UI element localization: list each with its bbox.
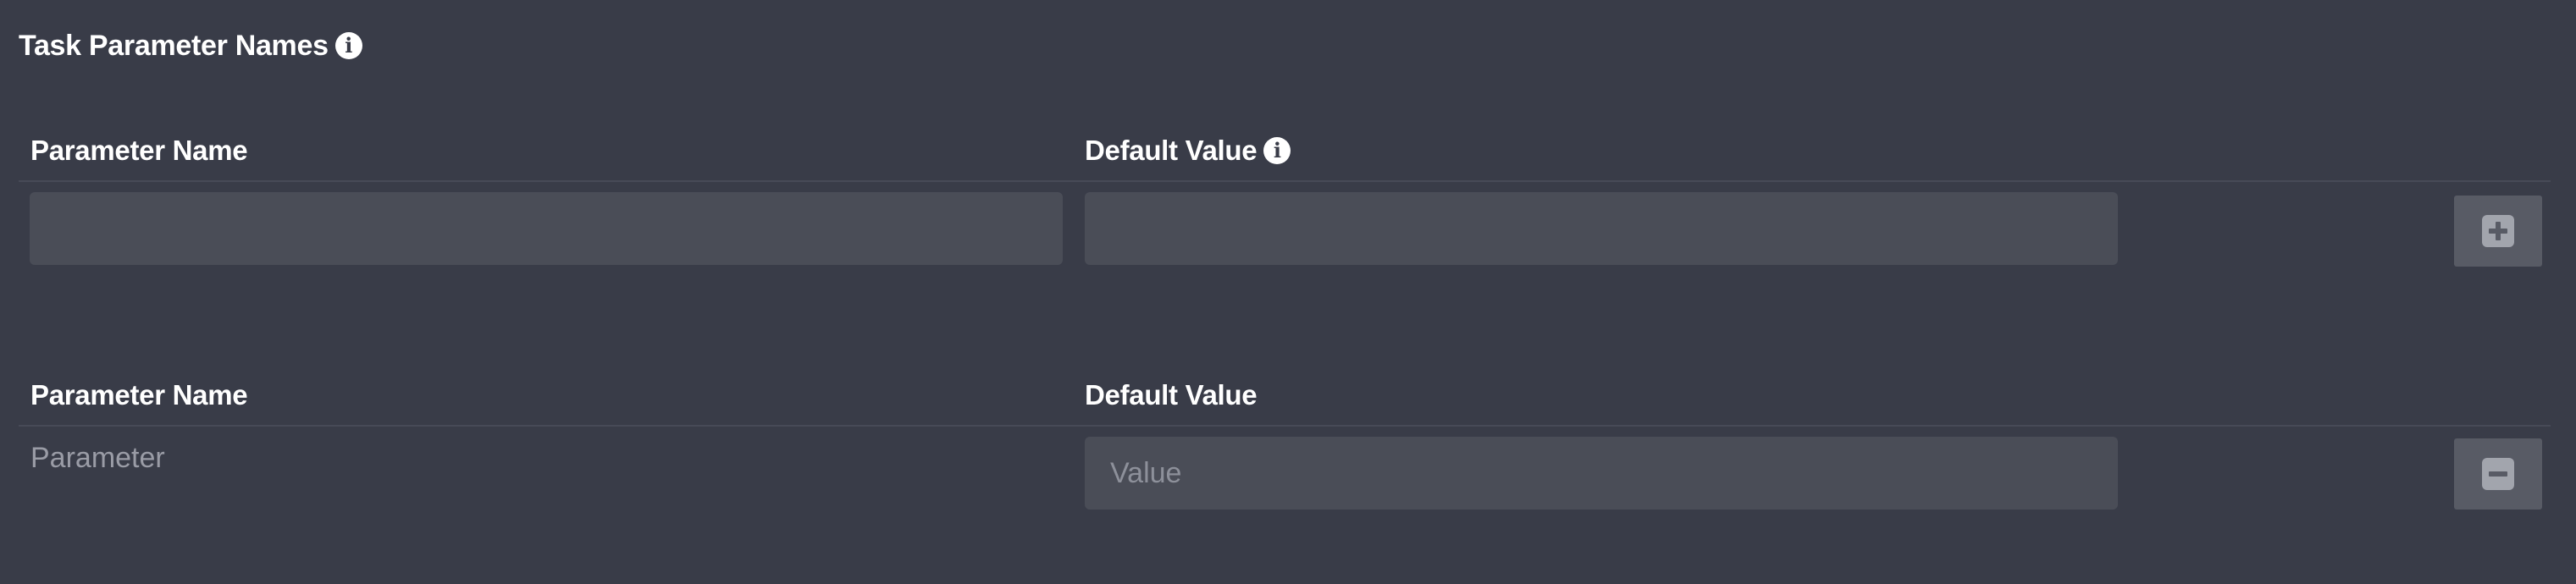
task-parameter-panel: Task Parameter Names i Parameter Name De…	[0, 0, 2576, 584]
section-title: Task Parameter Names i	[19, 25, 362, 67]
parameter-name-value: Parameter	[30, 441, 165, 474]
section-title-text: Task Parameter Names	[19, 29, 329, 62]
header-divider	[19, 180, 2551, 182]
minus-square-icon	[2482, 458, 2514, 490]
default-value-input[interactable]	[1085, 437, 2118, 510]
default-value-header-label: Default Value	[1085, 379, 1258, 410]
parameter-name-header-label: Parameter Name	[30, 135, 248, 166]
default-value-header-label: Default Value	[1085, 135, 1258, 166]
remove-parameter-button[interactable]	[2454, 438, 2542, 510]
parameter-name-header: Parameter Name	[30, 132, 248, 169]
plus-square-icon	[2482, 215, 2514, 247]
info-icon[interactable]: i	[334, 32, 362, 59]
default-value-header: Default Value i	[1085, 132, 1291, 169]
header-divider	[19, 425, 2551, 427]
parameter-name-header-label: Parameter Name	[30, 379, 248, 410]
default-value-header: Default Value	[1085, 377, 1258, 414]
new-default-value-input[interactable]	[1085, 192, 2118, 265]
add-parameter-button[interactable]	[2454, 196, 2542, 267]
new-parameter-name-input[interactable]	[30, 192, 1063, 265]
info-icon[interactable]: i	[1263, 137, 1291, 164]
parameter-name-header: Parameter Name	[30, 377, 248, 414]
